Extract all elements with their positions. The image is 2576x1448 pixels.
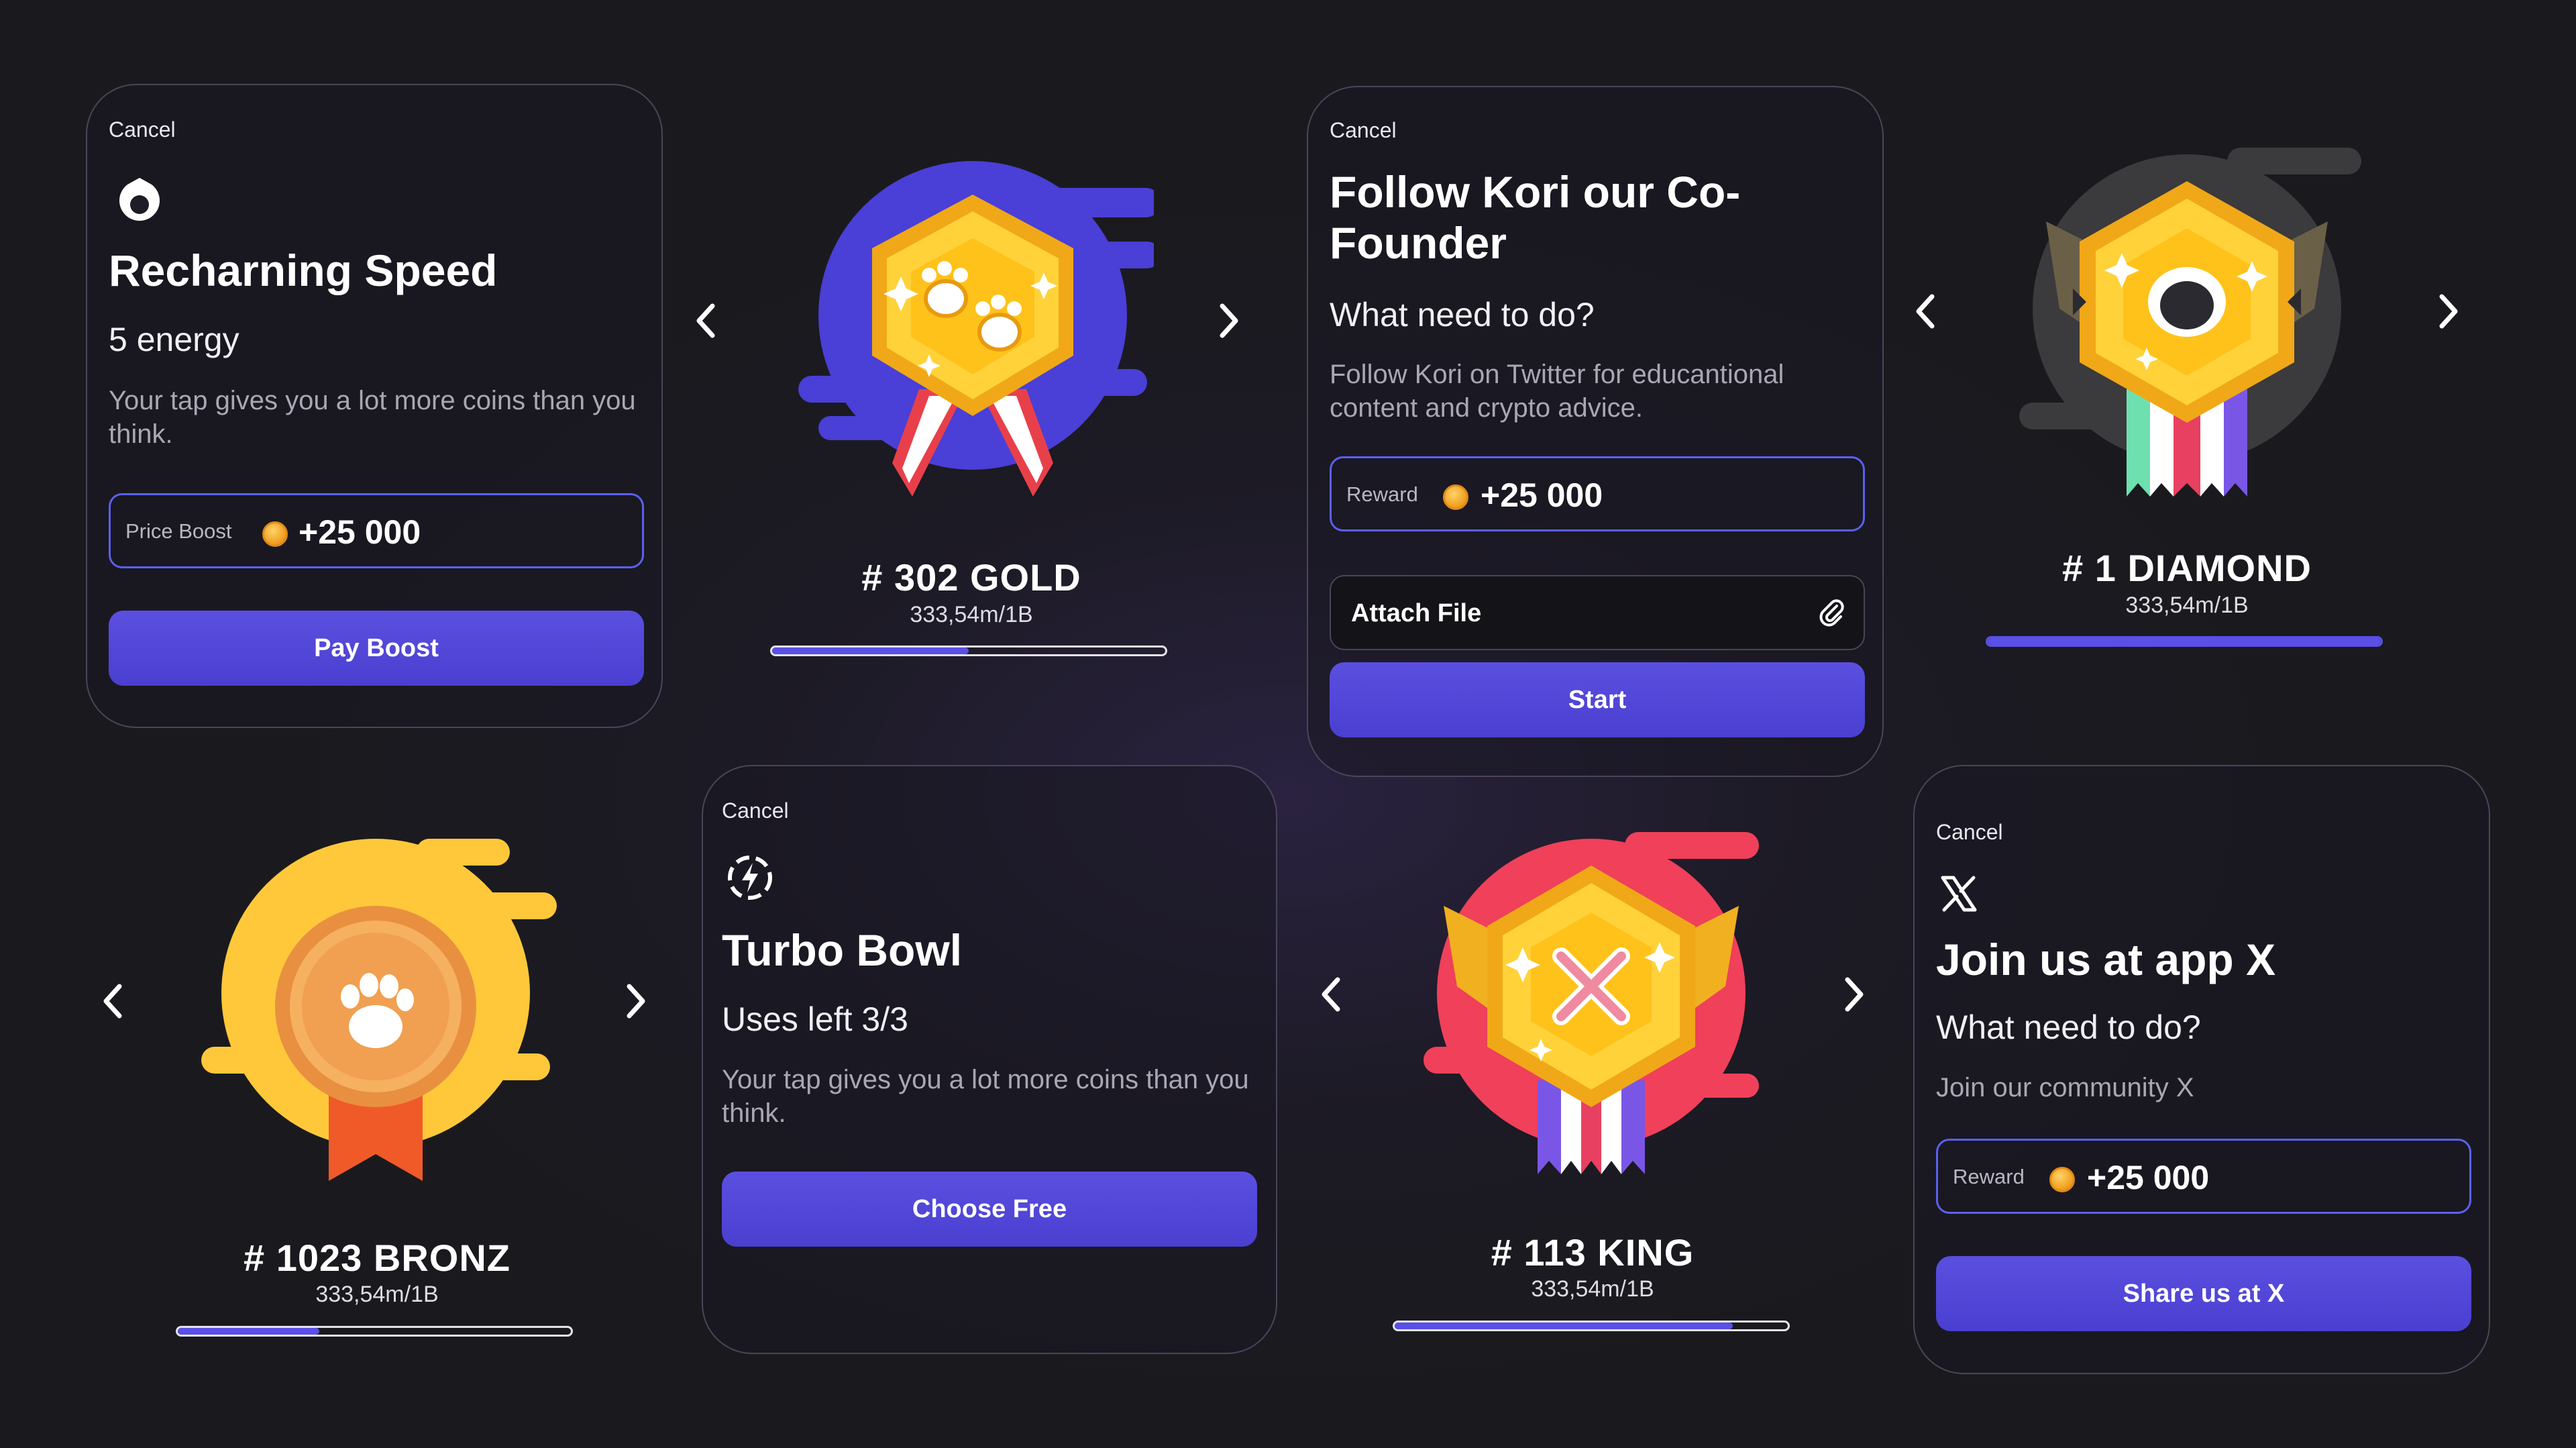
prev-arrow-icon[interactable]	[1316, 974, 1346, 1015]
paperclip-icon	[1817, 598, 1846, 631]
recharging-speed-card: Cancel Recharning Speed 5 energy Your ta…	[86, 84, 663, 728]
coin-icon	[262, 521, 288, 547]
card-title: Follow Kori our Co-Founder	[1330, 167, 1741, 268]
cancel-link[interactable]: Cancel	[1936, 820, 2003, 845]
diamond-badge-image	[2006, 134, 2368, 513]
follow-kori-card: Cancel Follow Kori our Co-Founder What n…	[1307, 86, 1884, 777]
next-arrow-icon[interactable]	[1839, 974, 1869, 1015]
card-title: Turbo Bowl	[722, 925, 963, 975]
droplet-icon	[113, 172, 166, 229]
gold-badge-image	[792, 148, 1161, 513]
attach-file-label: Attach File	[1351, 599, 1482, 627]
field-value: +25 000	[1481, 476, 1603, 514]
badge-progress-bar	[176, 1326, 573, 1337]
badge-score: 333,54m/1B	[1531, 1276, 1654, 1302]
cancel-link[interactable]: Cancel	[109, 117, 176, 142]
badge-rank: # 1 DIAMOND	[2062, 547, 2312, 589]
progress-fill	[1988, 638, 2381, 645]
attach-file-input[interactable]: Attach File	[1330, 575, 1865, 650]
field-value: +25 000	[299, 513, 421, 551]
king-badge-image	[1410, 825, 1772, 1191]
card-subtitle: What need to do?	[1330, 296, 1595, 333]
reward-field: Reward +25 000	[1330, 456, 1865, 531]
prev-arrow-icon[interactable]	[98, 981, 127, 1021]
progress-fill	[772, 648, 969, 654]
badge-score: 333,54m/1B	[2125, 592, 2249, 618]
badge-rank: # 1023 BRONZ	[244, 1237, 511, 1279]
card-description: Your tap gives you a lot more coins than…	[109, 386, 636, 449]
field-label: Price Boost	[125, 519, 232, 543]
join-x-card: Cancel Join us at app X What need to do?…	[1913, 765, 2490, 1374]
prev-arrow-icon[interactable]	[1911, 291, 1940, 331]
coin-icon	[1443, 484, 1468, 510]
badge-rank: # 113 KING	[1491, 1231, 1695, 1274]
price-boost-field: Price Boost +25 000	[109, 493, 644, 568]
card-title: Recharning Speed	[109, 246, 498, 295]
card-description: Join our community X	[1936, 1073, 2194, 1102]
next-arrow-icon[interactable]	[2434, 291, 2463, 331]
badge-progress-bar	[1393, 1321, 1790, 1331]
lightning-icon	[724, 852, 775, 907]
cancel-link[interactable]: Cancel	[1330, 118, 1397, 143]
cancel-link[interactable]: Cancel	[722, 798, 789, 823]
pay-boost-button[interactable]: Pay Boost	[109, 611, 644, 686]
badge-score: 333,54m/1B	[910, 602, 1033, 627]
card-subtitle: Uses left 3/3	[722, 1000, 908, 1038]
prev-arrow-icon[interactable]	[691, 301, 720, 341]
field-value: +25 000	[2087, 1159, 2210, 1196]
card-description: Your tap gives you a lot more coins than…	[722, 1065, 1249, 1128]
card-subtitle: What need to do?	[1936, 1009, 2201, 1046]
reward-field: Reward +25 000	[1936, 1139, 2471, 1214]
badge-score: 333,54m/1B	[315, 1282, 439, 1307]
coin-icon	[2049, 1167, 2075, 1192]
next-arrow-icon[interactable]	[621, 981, 651, 1021]
field-label: Reward	[1953, 1165, 2025, 1188]
choose-free-button[interactable]: Choose Free	[722, 1172, 1257, 1247]
badge-rank: # 302 GOLD	[861, 556, 1081, 599]
share-x-button[interactable]: Share us at X	[1936, 1256, 2471, 1331]
next-arrow-icon[interactable]	[1214, 301, 1244, 341]
x-logo-icon	[1939, 874, 1979, 917]
card-title: Join us at app X	[1936, 935, 2276, 984]
badge-progress-bar	[770, 645, 1167, 656]
card-description: Follow Kori on Twitter for educantional …	[1330, 360, 1784, 423]
progress-fill	[1395, 1323, 1733, 1329]
bronz-badge-image	[195, 832, 557, 1198]
card-subtitle: 5 energy	[109, 321, 239, 358]
field-label: Reward	[1346, 482, 1418, 506]
start-button[interactable]: Start	[1330, 662, 1865, 737]
badge-progress-bar	[1986, 636, 2383, 647]
turbo-bowl-card: Cancel Turbo Bowl Uses left 3/3 Your tap…	[702, 765, 1277, 1354]
progress-fill	[178, 1328, 319, 1335]
